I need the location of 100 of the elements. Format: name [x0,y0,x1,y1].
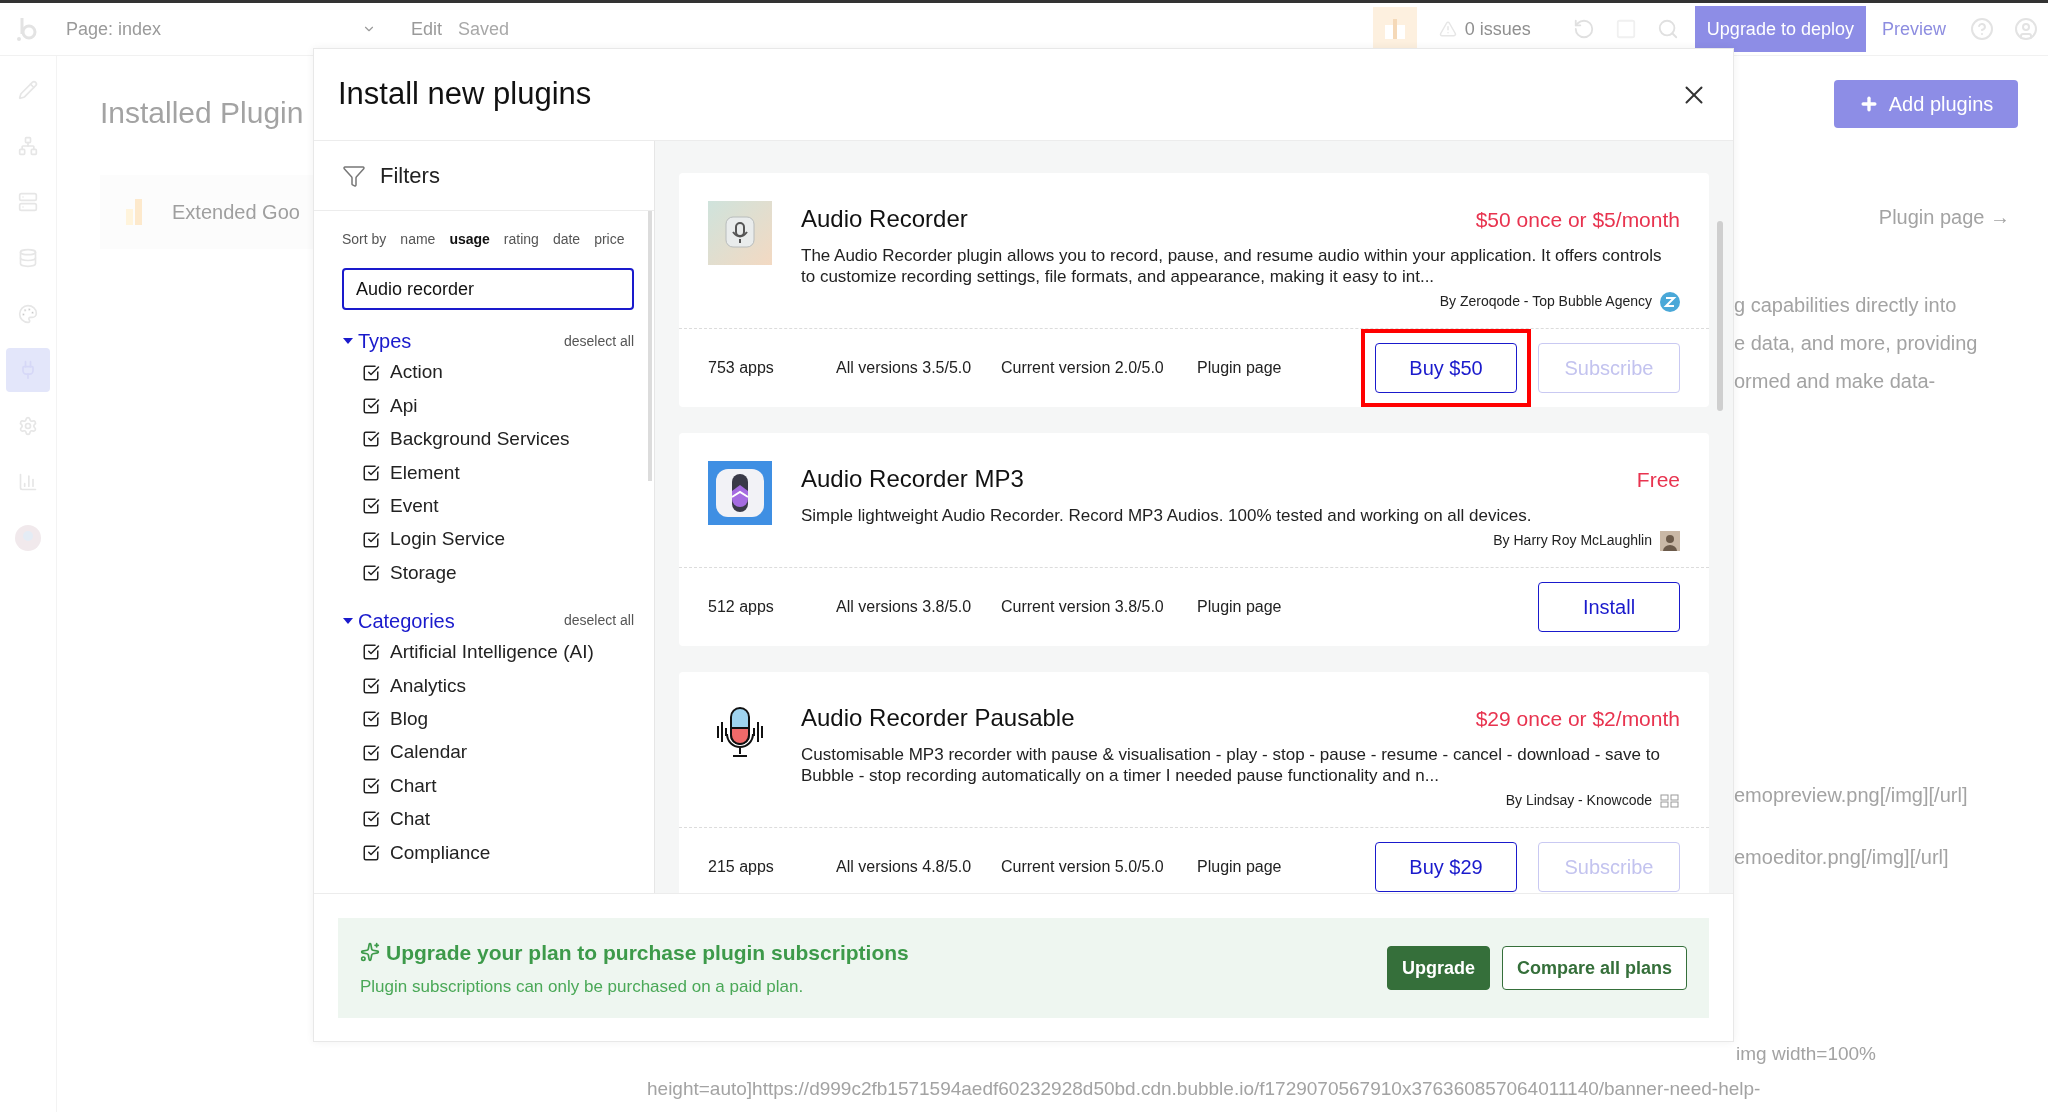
save-status: Saved [458,17,510,41]
checkbox-label: Calendar [390,740,468,765]
install-count: 512 apps [708,597,775,617]
plugin-author: By Zeroqode - Top Bubble Agency [1439,292,1652,311]
checkbox[interactable] [362,710,380,729]
buy-button[interactable]: Buy $50 [1375,343,1517,393]
description-text: e data, and more, providing [1734,331,1978,356]
plugin-price: $29 once or $2/month [1475,706,1680,732]
banner-title: Upgrade your plan to purchase plugin subscriptions [386,939,909,966]
author-avatar-icon [1660,530,1680,551]
checkbox-label: Chart [390,773,437,798]
upgrade-button[interactable]: Upgrade [1386,946,1490,990]
plugin-name: Audio Recorder Pausable [801,703,1075,733]
filter-group-toggle[interactable]: Types [342,326,412,356]
warning-icon [1438,20,1457,38]
database-icon [18,248,38,268]
buy-button[interactable]: Buy $29 [1375,842,1517,892]
plugin-name: Extended Goo [172,200,300,225]
checkbox-label: Blog [390,706,429,731]
scrollbar[interactable] [648,211,652,481]
rating-current-version: Current version 3.8/5.0 [1001,597,1165,617]
checkbox-label: Event [390,494,439,518]
avatar-icon [15,525,41,551]
sparkle-icon [360,942,380,963]
readme-text: img width=100% [1736,1042,1876,1066]
scrollbar[interactable] [1717,221,1723,411]
checkbox[interactable] [362,843,380,862]
checkbox[interactable] [362,564,380,583]
checkbox[interactable] [362,430,380,449]
plugin-description: The Audio Recorder plugin allows you to record, pause, and resume audio within your application. It offers controls to customize recording settings, file formats, and appearance, making it easy to int... [801,245,1663,287]
install-count: 215 apps [708,857,775,877]
readme-text: emopreview.png[/img][/url] [1734,783,1968,808]
compare-plans-button[interactable]: Compare all plans [1501,946,1687,990]
checkbox[interactable] [362,643,380,662]
rail-button[interactable] [6,348,50,392]
checkbox-label: Api [390,393,418,418]
rating-all-versions: All versions 3.8/5.0 [836,597,973,617]
microphone-app-icon [708,201,772,265]
filters-title: Filters [380,162,440,190]
plugin-description: Simple lightweight Audio Recorder. Record MP3 Audios. 100% tested and working on all devices. [801,505,1533,526]
sort-option[interactable]: usage [449,229,490,250]
help-icon[interactable] [1970,17,1994,41]
plugin-description: Customisable MP3 recorder with pause & visualisation - play - stop - pause - resume - cancel - download - save to Bubble - stop recording automatically on a timer I needed pause functionality and n... [801,744,1661,786]
install-count: 753 apps [708,358,775,378]
plugin-price: Free [1636,467,1680,493]
description-text: ormed and make data- [1734,369,1937,394]
checkbox-label: Compliance [390,840,491,865]
undo-icon[interactable] [1572,18,1595,40]
description-text: g capabilities directly into [1734,293,1958,318]
plugin-page-link[interactable]: Plugin page [1197,356,1282,380]
plugin-author: By Lindsay - Knowcode [1505,791,1652,810]
filter-group-toggle[interactable]: Categories [342,605,455,636]
checkbox-label: Chat [390,807,431,832]
rating-current-version: Current version 2.0/5.0 [1001,358,1165,378]
checkbox[interactable] [362,363,380,382]
checkbox[interactable] [362,463,380,482]
sort-label: Sort by [342,230,387,249]
sort-option[interactable]: price [594,229,625,250]
search-field[interactable]: Audio recorder [342,268,634,310]
microphone-app-icon [708,461,772,525]
gear-icon [18,416,38,436]
pencil-icon [18,80,38,100]
bar-chart-icon [126,199,142,225]
author-logo-icon [1660,291,1680,312]
checkbox[interactable] [362,497,380,516]
readme-text: height=auto]https://d999c2fb1571594aedf60232928d50bd.cdn.bubble.io/f1729070567910x376360857064011140/banner-need-help- [647,1076,1762,1101]
palette-icon [18,304,38,324]
rating-current-version: Current version 5.0/5.0 [1001,857,1165,877]
checkbox[interactable] [362,810,380,829]
checkbox-label: Action [390,360,443,385]
checkbox[interactable] [362,777,380,795]
deselect-all-link[interactable]: deselect all [563,330,634,352]
banner-text: Plugin subscriptions can only be purchased on a paid plan. [360,976,805,998]
sort-option[interactable]: name [400,229,436,250]
dialog-title: Install new plugins [338,75,592,114]
buy-button[interactable]: Install [1538,582,1680,632]
rating-all-versions: All versions 3.5/5.0 [836,358,973,378]
hierarchy-icon [18,136,38,156]
checkbox-label: Storage [390,560,457,585]
plugin-name: Audio Recorder [801,204,968,234]
sort-option[interactable]: rating [503,229,539,250]
plugin-name: Audio Recorder MP3 [801,464,1024,494]
checkbox[interactable] [362,676,380,695]
checkbox-label: Background Services [390,427,570,452]
checkbox[interactable] [362,530,380,549]
plugin-page-link[interactable]: Plugin page [1197,595,1282,619]
plugin-page-link[interactable]: Plugin page [1197,855,1282,879]
user-icon[interactable] [2014,17,2038,41]
rating-all-versions: All versions 4.8/5.0 [836,857,973,877]
checkbox[interactable] [362,397,380,416]
checkbox-label: Login Service [390,527,506,552]
plugin-price: $50 once or $5/month [1475,207,1680,233]
deselect-all-link[interactable]: deselect all [563,610,634,632]
checkbox-label: Analytics [390,673,467,698]
sort-option[interactable]: date [552,229,581,250]
checkbox[interactable] [362,743,380,762]
checkbox-label: Element [390,460,460,485]
filter-icon [342,163,366,188]
author-logo-icon [1660,792,1680,809]
search-icon[interactable] [1656,18,1679,40]
